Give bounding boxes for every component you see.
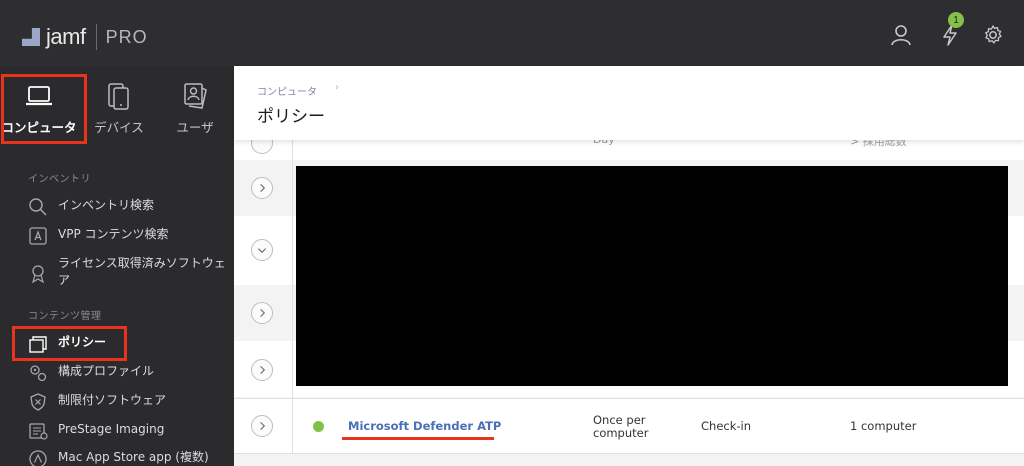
logo-product: PRO — [105, 26, 148, 47]
jamf-logo[interactable]: jamf PRO — [22, 24, 148, 50]
status-enabled-dot — [313, 421, 324, 432]
tab-devices[interactable]: デバイス — [80, 76, 158, 146]
notification-badge[interactable]: 1 — [948, 12, 964, 28]
gear-icon[interactable] — [982, 24, 1004, 46]
sidebar-item-configuration-profiles[interactable]: 構成プロファイル — [28, 363, 233, 383]
app-store-icon — [29, 450, 47, 466]
tab-users[interactable]: ユーザ — [156, 76, 234, 146]
page-header: コンピュータ › ポリシー — [234, 66, 1024, 140]
sidebar-item-mac-app-store-apps[interactable]: Mac App Store app (複数) — [28, 449, 233, 466]
sidebar-item-label: ライセンス取得済みソフトウェア — [58, 256, 226, 287]
highlight-box-computers — [1, 74, 87, 144]
breadcrumb[interactable]: コンピュータ — [257, 83, 317, 98]
policy-scope: 1 computer — [850, 419, 917, 433]
logo-divider — [95, 24, 97, 50]
sidebar-item-label: VPP コンテンツ検索 — [58, 227, 169, 241]
policy-name-link[interactable]: Microsoft Defender ATP — [348, 419, 501, 433]
sidebar-item-licensed-software[interactable]: ライセンス取得済みソフトウェア — [28, 255, 233, 289]
breadcrumb-separator: › — [335, 82, 339, 93]
section-title-inventory: インベントリ — [28, 174, 91, 185]
policy-trigger: Check-in — [701, 419, 752, 433]
app-store-icon — [29, 227, 47, 245]
chevron-right-icon[interactable] — [251, 177, 273, 199]
table-row-microsoft-defender[interactable]: Microsoft Defender ATP Once per computer… — [234, 398, 1024, 455]
jamf-logo-mark — [22, 28, 40, 46]
sidebar-item-prestage-imaging[interactable]: PreStage Imaging — [28, 421, 233, 441]
sidebar-item-vpp-search[interactable]: VPP コンテンツ検索 — [28, 226, 233, 246]
page-title: ポリシー — [257, 107, 325, 127]
main-content: コンピュータ › ポリシー Day > 採用総数 Microsoft Defen… — [234, 66, 1024, 466]
sidebar-item-label: インベントリ検索 — [58, 198, 155, 212]
section-title-content-management: コンテンツ管理 — [28, 311, 102, 322]
policy-frequency: Once per computer — [593, 413, 649, 440]
table-row — [234, 454, 1024, 466]
license-icon — [32, 265, 44, 283]
sidebar-item-label: 制限付ソフトウェア — [58, 393, 167, 407]
users-icon — [184, 83, 207, 109]
user-icon[interactable] — [890, 24, 912, 46]
chevron-down-icon[interactable] — [251, 239, 273, 261]
table-divider — [292, 399, 293, 455]
highlight-underline — [342, 437, 494, 440]
sidebar-item-label: PreStage Imaging — [58, 422, 165, 436]
redacted-area — [296, 166, 1008, 386]
search-icon — [29, 198, 47, 216]
devices-icon — [108, 83, 129, 110]
sidebar-item-label: 構成プロファイル — [58, 364, 155, 378]
top-bar: jamf PRO 1 — [0, 0, 1024, 66]
tab-users-label: ユーザ — [176, 120, 214, 135]
sidebar-item-label: Mac App Store app (複数) — [58, 450, 209, 464]
gears-icon — [30, 365, 47, 382]
chevron-right-icon[interactable] — [251, 302, 273, 324]
tab-devices-label: デバイス — [94, 120, 144, 135]
chevron-right-icon[interactable] — [251, 415, 273, 437]
chevron-right-icon[interactable] — [251, 359, 273, 381]
highlight-box-policies — [12, 326, 127, 361]
sidebar-item-restricted-software[interactable]: 制限付ソフトウェア — [28, 392, 233, 412]
imaging-icon — [29, 423, 48, 440]
shield-icon — [30, 393, 46, 411]
sidebar-item-inventory-search[interactable]: インベントリ検索 — [28, 197, 233, 217]
logo-name: jamf — [46, 24, 86, 49]
